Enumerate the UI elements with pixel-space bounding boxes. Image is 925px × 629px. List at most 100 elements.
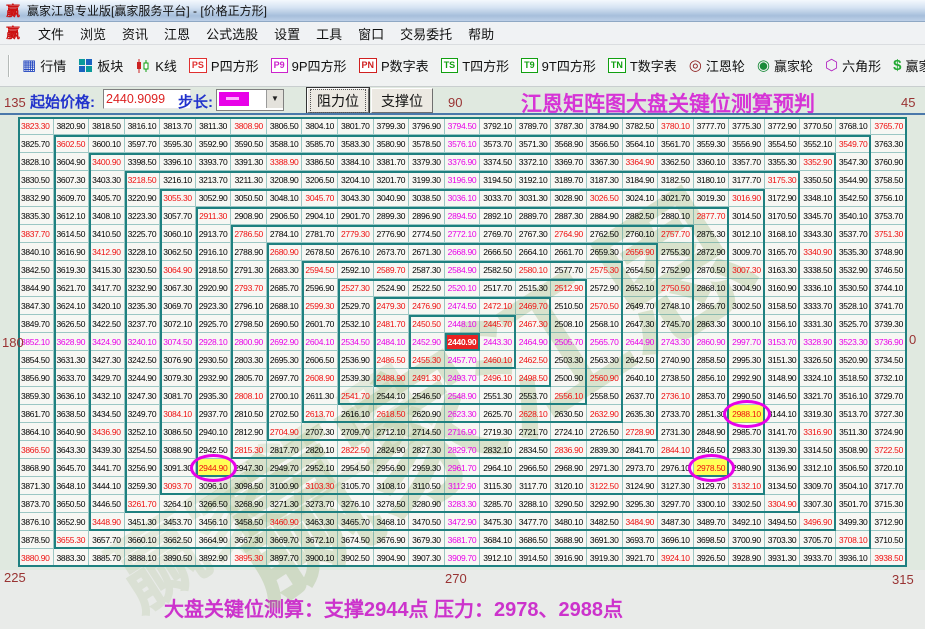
grid-cell: 2500.90 [551,369,587,387]
grid-cell: 3532.90 [835,261,872,279]
p-square-icon: PS [188,58,207,73]
9t-square-icon: T9 [521,58,538,73]
grid-cell: 2589.70 [373,261,410,279]
grid-cell: 3273.70 [302,495,339,513]
grid-cell: 2932.90 [195,369,232,387]
menu-item-7[interactable]: 窗口 [350,22,392,45]
grid-cell: 2995.30 [729,351,765,369]
grid-cell: 2481.70 [373,315,410,333]
grid-cell: 3662.50 [160,531,196,549]
grid-cell: 3180.10 [693,171,730,189]
toolbar-button-4[interactable]: P9 9P四方形 [265,53,353,78]
grid-cell: 2832.10 [480,441,516,459]
grid-cell: 3208.90 [266,171,303,189]
grid-cell: 3609.70 [53,189,90,207]
grid-cell: 2488.90 [373,369,410,387]
toolbar-button-11[interactable]: ⬡ 六角形 [819,53,887,78]
grid-cell: 3489.70 [693,513,730,531]
menu-item-8[interactable]: 交易委托 [392,22,460,45]
grid-cell: 3451.30 [124,513,161,531]
menu-item-5[interactable]: 设置 [266,22,308,45]
grid-cell: 3115.30 [480,477,516,495]
grid-cell: 2685.70 [266,279,303,297]
grid-cell: 3259.30 [124,477,161,495]
grid-cell: 2568.10 [586,315,623,333]
grid-cell: 2719.30 [480,423,516,441]
grid-cell: 3799.30 [373,117,410,135]
grid-cell: 3170.50 [764,207,801,225]
grid-cell: 3842.50 [18,261,54,279]
grid-cell: 3897.70 [266,549,303,567]
grid-cell: 3484.90 [622,513,659,531]
toolbar-button-1[interactable]: 板块 [72,53,129,78]
grid-cell: 3268.90 [231,495,267,513]
grid-cell: 2836.90 [551,441,587,459]
menu-item-6[interactable]: 工具 [308,22,350,45]
grid-cell: 3048.10 [266,189,303,207]
menu-item-9[interactable]: 帮助 [460,22,502,45]
grid-cell: 3518.50 [835,369,872,387]
grid-cell: 2632.90 [586,405,623,423]
grid-cell: 2791.30 [231,261,267,279]
grid-cell: 2971.30 [586,459,623,477]
grid-cell: 3360.10 [693,153,730,171]
grid-cell: 3386.50 [302,153,339,171]
chevron-down-icon[interactable]: ▼ [266,90,283,108]
grid-cell: 2769.70 [480,225,516,243]
angle-label-45: 45 [901,95,916,110]
support-button[interactable]: 支撑位 [371,88,433,113]
grid-cell: 3288.10 [515,495,552,513]
grid-cell: 3804.10 [302,117,339,135]
grid-cell: 3470.50 [409,513,445,531]
grid-cell: 2496.10 [480,369,516,387]
key-levels-summary: 大盘关键位测算：支撑2944点 压力：2978、2988点 [164,599,624,621]
grid-cell: 3369.70 [551,153,587,171]
toolbar-button-9[interactable]: ◎ 江恩轮 [683,53,751,78]
p-number-table-icon: PN [358,58,378,73]
step-dropdown[interactable]: ▼ [216,89,284,111]
grid-cell: 3076.90 [160,351,196,369]
grid-cell: 3895.30 [231,549,267,567]
menu-item-4[interactable]: 公式选股 [198,22,266,45]
toolbar-button-0[interactable]: ▦ 行情 [16,53,72,78]
grid-cell: 3655.30 [53,531,90,549]
grid-cell: 2644.90 [622,333,659,351]
toolbar-button-7[interactable]: T9 9T四方形 [515,53,602,78]
grid-cell: 3808.90 [231,117,267,135]
toolbar-button-10[interactable]: ◉ 赢家轮 [751,53,819,78]
grid-cell: 3100.90 [266,477,303,495]
resistance-button[interactable]: 阻力位 [306,87,370,114]
menu-item-2[interactable]: 资讯 [114,22,156,45]
grid-cell: 2822.50 [338,441,374,459]
grid-cell: 3429.70 [89,369,125,387]
toolbar-button-label: P数字表 [381,59,429,74]
grid-cell: 3098.50 [231,477,267,495]
toolbar-button-3[interactable]: PS P四方形 [183,53,265,78]
toolbar: ▦ 行情 板块 K线 PS P四方形 P9 9P四方形 PN P数字表 TS T四方形 T9 9T四方形 T… [0,45,925,87]
grid-cell: 3638.50 [53,405,90,423]
toolbar-button-8[interactable]: TN T数字表 [602,53,683,78]
toolbar-button-5[interactable]: PN P数字表 [353,53,435,78]
toolbar-button-6[interactable]: TS T四方形 [435,53,515,78]
menu-item-1[interactable]: 浏览 [72,22,114,45]
grid-cell: 3592.90 [195,135,232,153]
grid-cell: 3542.50 [835,189,872,207]
grid-cell: 3508.90 [835,441,872,459]
toolbar-grip [8,54,10,77]
grid-cell: 2803.30 [231,351,267,369]
grid-cell: 3463.30 [302,513,339,531]
grid-cell: 3146.50 [764,387,801,405]
toolbar-button-2[interactable]: K线 [129,53,183,78]
grid-cell: 3290.50 [551,495,587,513]
grid-cell: 3108.10 [373,477,410,495]
menu-item-0[interactable]: 文件 [30,22,72,45]
grid-cell: 3686.50 [515,531,552,549]
grid-cell: 3002.50 [729,297,765,315]
grid-cell: 3520.90 [835,351,872,369]
grid-cell: 3873.70 [18,495,54,513]
grid-cell: 2493.70 [444,369,481,387]
toolbar-button-12[interactable]: $赢家服务 [887,53,925,78]
title-bar: 赢 赢家江恩专业版[赢家服务平台] - [价格正方形] [0,0,925,22]
menu-item-3[interactable]: 江恩 [156,22,198,45]
grid-cell: 2625.70 [480,405,516,423]
